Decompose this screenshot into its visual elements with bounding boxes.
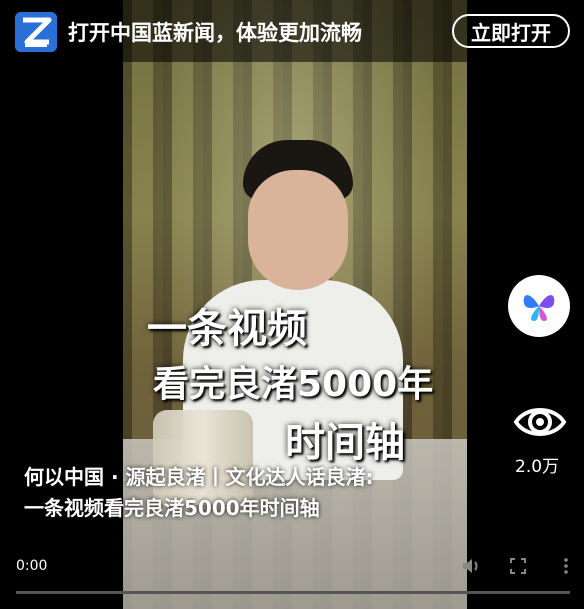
butterfly-app-button[interactable]: [508, 275, 570, 337]
video-overlay-line-2: 看完良渚5000年: [153, 364, 434, 405]
progress-bar[interactable]: [16, 591, 570, 594]
butterfly-icon: [523, 295, 555, 321]
view-count: 2.0万: [515, 457, 560, 477]
open-app-button[interactable]: 立即打开: [452, 14, 570, 48]
eye-icon: [513, 408, 567, 436]
banner-text: 打开中国蓝新闻，体验更加流畅: [68, 21, 362, 45]
fullscreen-icon[interactable]: [508, 556, 528, 576]
volume-icon[interactable]: [461, 556, 481, 576]
caption-line-1: 何以中国 · 源起良渚丨文化达人话良渚:: [24, 465, 374, 489]
video-caption: 何以中国 · 源起良渚丨文化达人话良渚: 一条视频看完良渚5000年时间轴: [24, 462, 474, 524]
open-app-banner: 打开中国蓝新闻，体验更加流畅 立即打开: [0, 0, 584, 62]
more-icon[interactable]: [556, 556, 576, 576]
current-time: 0:00: [16, 558, 48, 574]
zhejiang-blue-news-logo-icon: [15, 12, 57, 52]
caption-line-2: 一条视频看完良渚5000年时间轴: [24, 496, 320, 520]
video-overlay-line-3: 时间轴: [285, 420, 405, 466]
video-overlay-line-1: 一条视频: [147, 306, 307, 352]
